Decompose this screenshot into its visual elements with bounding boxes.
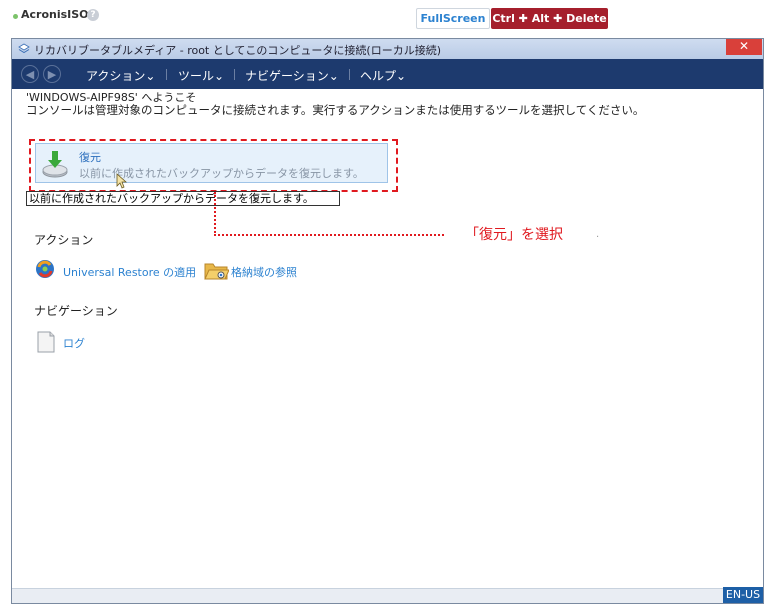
highlight-box xyxy=(29,139,398,192)
window-titlebar: リカバリブータブルメディア - root としてこのコンピュータに接続(ローカル… xyxy=(12,39,763,59)
close-button[interactable]: ✕ xyxy=(726,39,762,55)
menu-separator xyxy=(234,69,235,80)
callout-line xyxy=(214,234,444,236)
navigation-heading: ナビゲーション xyxy=(34,304,118,318)
fullscreen-button[interactable]: FullScreen xyxy=(416,8,490,29)
menu-separator xyxy=(349,69,350,80)
callout-line xyxy=(214,192,216,236)
console-window: リカバリブータブルメディア - root としてこのコンピュータに接続(ローカル… xyxy=(11,38,764,604)
nav-bar: ◀ ▶ アクション⌄ ツール⌄ ナビゲーション⌄ ヘルプ⌄ xyxy=(12,59,763,89)
menu-tools[interactable]: ツール⌄ xyxy=(178,67,224,84)
callout-mark: · xyxy=(596,232,600,243)
callout-label: 「復元」を選択 xyxy=(465,227,563,243)
folder-browse-icon xyxy=(204,263,229,280)
app-logo-icon xyxy=(18,43,30,54)
universal-restore-icon xyxy=(36,260,54,278)
universal-restore-link[interactable]: Universal Restore の適用 xyxy=(63,264,196,280)
ctrl-alt-delete-button[interactable]: Ctrl ✚ Alt ✚ Delete xyxy=(491,8,608,29)
language-badge[interactable]: EN-US xyxy=(723,587,763,603)
menu-separator xyxy=(166,69,167,80)
app-name: AcronisISO xyxy=(21,8,89,21)
top-bar: AcronisISO ? FullScreen Ctrl ✚ Alt ✚ Del… xyxy=(0,0,773,34)
menu-actions[interactable]: アクション⌄ xyxy=(86,67,155,84)
actions-heading: アクション xyxy=(34,233,94,247)
mouse-pointer-icon xyxy=(116,173,128,189)
menu-help[interactable]: ヘルプ⌄ xyxy=(360,67,406,84)
status-dot xyxy=(13,14,18,19)
back-arrow-icon[interactable]: ◀ xyxy=(21,65,39,83)
restore-tooltip: 以前に作成されたバックアップからデータを復元します。 xyxy=(26,191,340,206)
forward-arrow-icon[interactable]: ▶ xyxy=(43,65,61,83)
menu-navigation[interactable]: ナビゲーション⌄ xyxy=(245,67,339,84)
log-document-icon xyxy=(37,331,55,353)
main-content: 'WINDOWS-AIPF98S' へようこそ コンソールは管理対象のコンピュー… xyxy=(12,89,763,589)
description-text: コンソールは管理対象のコンピュータに接続されます。実行するアクションまたは使用す… xyxy=(26,103,645,117)
window-title: リカバリブータブルメディア - root としてこのコンピュータに接続(ローカル… xyxy=(34,44,441,57)
log-link[interactable]: ログ xyxy=(63,335,85,351)
help-icon[interactable]: ? xyxy=(87,9,99,21)
browse-vaults-link[interactable]: 格納域の参照 xyxy=(231,264,297,280)
status-bar xyxy=(12,588,763,603)
